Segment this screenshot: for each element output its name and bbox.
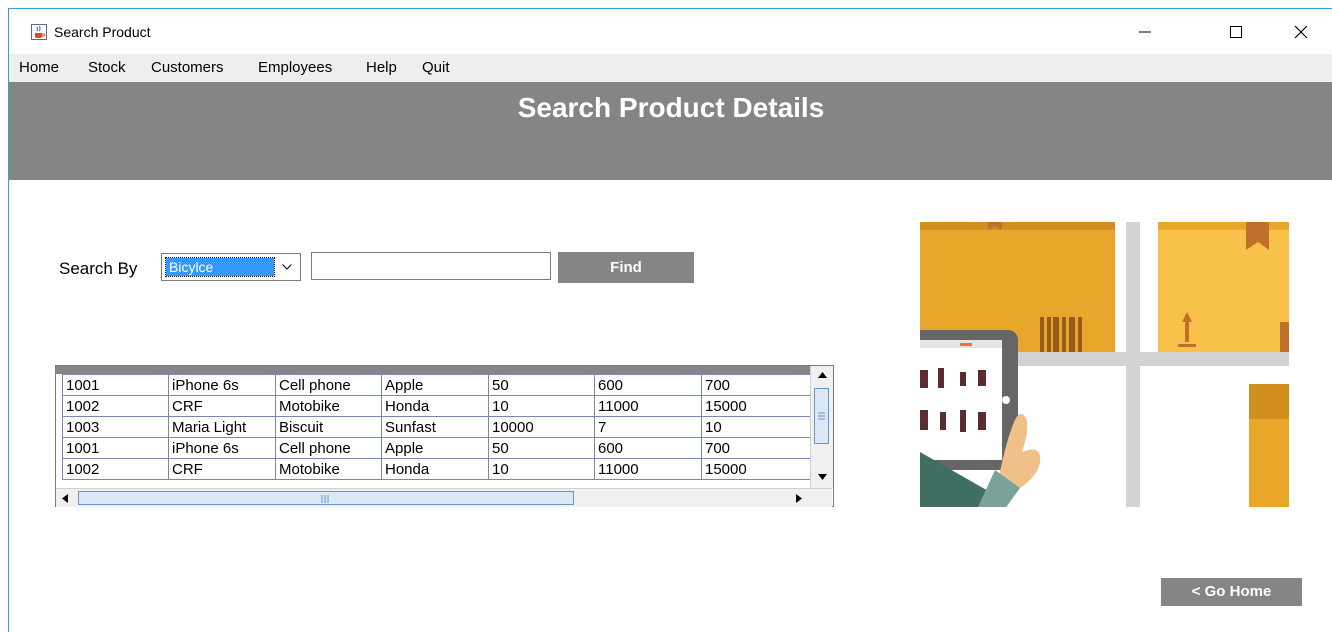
table-cell[interactable]: Biscuit bbox=[275, 416, 382, 438]
table-row[interactable]: 1001 iPhone 6s Cell phone Apple 50 600 7… bbox=[62, 437, 815, 459]
triangle-up-icon bbox=[817, 372, 827, 378]
table-cell[interactable]: 10 bbox=[488, 395, 595, 417]
table-row[interactable]: 1002 CRF Motobike Honda 10 11000 15000 bbox=[62, 395, 815, 417]
table-cell[interactable]: 600 bbox=[594, 437, 702, 459]
grip-icon bbox=[818, 412, 825, 420]
results-grid: 1001 iPhone 6s Cell phone Apple 50 600 7… bbox=[62, 374, 815, 480]
scroll-right-button[interactable] bbox=[790, 489, 808, 507]
table-cell[interactable]: Motobike bbox=[275, 395, 382, 417]
table-cell[interactable]: 15000 bbox=[701, 395, 815, 417]
results-table[interactable]: 1001 iPhone 6s Cell phone Apple 50 600 7… bbox=[55, 365, 834, 507]
search-by-label: Search By bbox=[59, 259, 138, 278]
table-cell[interactable]: 50 bbox=[488, 437, 595, 459]
table-cell[interactable]: CRF bbox=[168, 395, 276, 417]
table-cell[interactable]: Cell phone bbox=[275, 374, 382, 396]
table-cell[interactable]: 700 bbox=[701, 437, 815, 459]
table-cell[interactable]: 1003 bbox=[62, 416, 169, 438]
table-cell[interactable]: Honda bbox=[381, 458, 489, 480]
horizontal-scroll-thumb[interactable] bbox=[78, 491, 574, 505]
table-cell[interactable]: iPhone 6s bbox=[168, 374, 276, 396]
table-cell[interactable]: Apple bbox=[381, 374, 489, 396]
table-cell[interactable]: 10000 bbox=[488, 416, 595, 438]
table-cell[interactable]: 15000 bbox=[701, 458, 815, 480]
scroll-down-button[interactable] bbox=[813, 468, 831, 486]
grip-icon bbox=[321, 495, 329, 503]
scroll-up-button[interactable] bbox=[813, 366, 831, 384]
table-row[interactable]: 1001 iPhone 6s Cell phone Apple 50 600 7… bbox=[62, 374, 815, 396]
table-cell[interactable]: 11000 bbox=[594, 458, 702, 480]
search-by-selected-value: Bicylce bbox=[165, 257, 275, 277]
search-input[interactable] bbox=[311, 252, 551, 280]
maximize-icon bbox=[1230, 26, 1242, 38]
table-cell[interactable]: 1001 bbox=[62, 374, 169, 396]
window-title: Search Product bbox=[54, 24, 151, 40]
find-button[interactable]: Find bbox=[558, 252, 694, 283]
table-header-strip bbox=[56, 366, 810, 374]
close-button[interactable] bbox=[1278, 17, 1324, 47]
menu-item-home[interactable]: Home bbox=[19, 59, 59, 76]
table-cell[interactable]: 7 bbox=[594, 416, 702, 438]
table-cell[interactable]: Apple bbox=[381, 437, 489, 459]
title-bar: Search Product bbox=[9, 9, 1332, 54]
table-cell[interactable]: 1002 bbox=[62, 458, 169, 480]
table-row[interactable]: 1003 Maria Light Biscuit Sunfast 10000 7… bbox=[62, 416, 815, 438]
menu-item-quit[interactable]: Quit bbox=[422, 59, 450, 76]
close-icon bbox=[1294, 25, 1308, 39]
table-cell[interactable]: 700 bbox=[701, 374, 815, 396]
menu-item-stock[interactable]: Stock bbox=[88, 59, 126, 76]
app-window: Search Product Home Stock Customers Empl… bbox=[8, 8, 1332, 632]
table-cell[interactable]: 10 bbox=[701, 416, 815, 438]
table-cell[interactable]: 600 bbox=[594, 374, 702, 396]
java-coffee-cup-icon bbox=[31, 24, 47, 40]
scroll-left-button[interactable] bbox=[56, 489, 74, 507]
table-cell[interactable]: 1001 bbox=[62, 437, 169, 459]
table-cell[interactable]: 11000 bbox=[594, 395, 702, 417]
table-cell[interactable]: 10 bbox=[488, 458, 595, 480]
table-cell[interactable]: Motobike bbox=[275, 458, 382, 480]
table-cell[interactable]: 1002 bbox=[62, 395, 169, 417]
search-by-dropdown[interactable]: Bicylce bbox=[161, 253, 301, 281]
horizontal-scrollbar[interactable] bbox=[56, 488, 832, 507]
vertical-scroll-thumb[interactable] bbox=[814, 388, 829, 444]
page-title: Search Product Details bbox=[517, 92, 825, 123]
menu-bar: Home Stock Customers Employees Help Quit bbox=[9, 54, 1332, 82]
table-cell[interactable]: Maria Light bbox=[168, 416, 276, 438]
menu-item-help[interactable]: Help bbox=[366, 59, 397, 76]
table-cell[interactable]: CRF bbox=[168, 458, 276, 480]
warehouse-illustration bbox=[920, 222, 1289, 507]
triangle-left-icon bbox=[62, 493, 68, 503]
triangle-down-icon bbox=[817, 474, 827, 480]
go-home-button[interactable]: < Go Home bbox=[1161, 578, 1302, 606]
table-cell[interactable]: Sunfast bbox=[381, 416, 489, 438]
table-row[interactable]: 1002 CRF Motobike Honda 10 11000 15000 bbox=[62, 458, 815, 480]
dropdown-toggle[interactable] bbox=[274, 254, 300, 280]
header-banner: Search Product Details bbox=[9, 82, 1332, 180]
minimize-icon bbox=[1139, 31, 1151, 33]
menu-item-customers[interactable]: Customers bbox=[151, 59, 224, 76]
minimize-button[interactable] bbox=[1122, 17, 1168, 47]
table-cell[interactable]: Honda bbox=[381, 395, 489, 417]
vertical-scrollbar[interactable] bbox=[810, 366, 833, 488]
table-cell[interactable]: 50 bbox=[488, 374, 595, 396]
chevron-down-icon bbox=[282, 264, 292, 270]
table-cell[interactable]: iPhone 6s bbox=[168, 437, 276, 459]
menu-item-employees[interactable]: Employees bbox=[258, 59, 332, 76]
table-cell[interactable]: Cell phone bbox=[275, 437, 382, 459]
triangle-right-icon bbox=[796, 493, 802, 503]
maximize-button[interactable] bbox=[1213, 17, 1259, 47]
